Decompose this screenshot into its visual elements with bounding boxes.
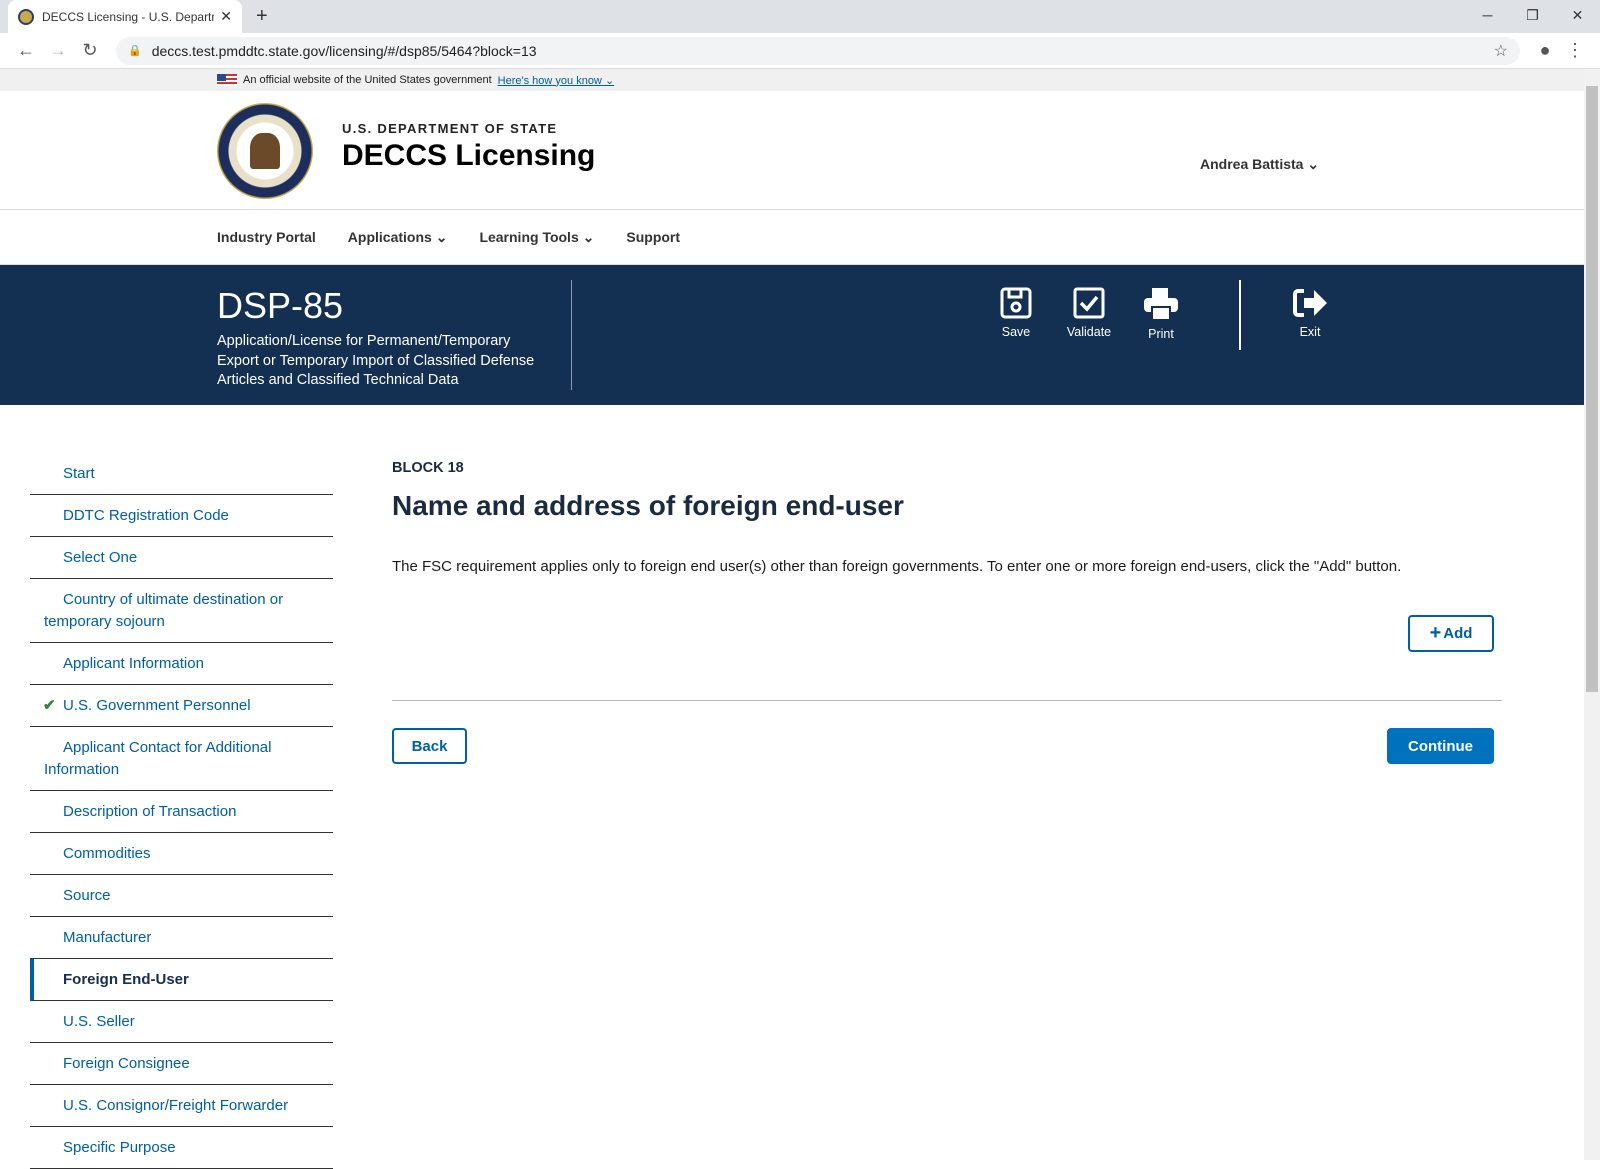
nav-learning-tools[interactable]: Learning Tools ⌄ [479,229,594,246]
site-header: U.S. DEPARTMENT OF STATE DECCS Licensing… [0,91,1600,210]
print-button[interactable]: Print [1126,287,1196,341]
forward-arrow-icon[interactable]: → [42,40,74,61]
scrollbar[interactable] [1584,70,1600,1160]
page-title: Name and address of foreign end-user [392,490,904,521]
gov-banner: An official website of the United States… [0,69,1600,91]
lock-icon: 🔒 [128,45,142,57]
sidebar-item-source[interactable]: Source [30,875,333,917]
sidebar-item-applicant-contact[interactable]: Applicant Contact for Additional Informa… [30,727,333,791]
checkbox-icon [1073,287,1105,319]
favicon-icon [18,8,34,25]
profile-icon[interactable]: ● [1530,40,1560,61]
sidebar-item-description[interactable]: Description of Transaction [30,791,333,833]
sidebar-item-manufacturer[interactable]: Manufacturer [30,917,333,959]
minimize-icon[interactable]: ─ [1465,0,1510,30]
instructions: The FSC requirement applies only to fore… [392,558,1402,575]
main-nav: Industry Portal Applications ⌄ Learning … [0,210,1600,265]
chevron-down-icon: ⌄ [1307,156,1320,172]
how-you-know-link[interactable]: Here's how you know ⌄ [498,74,615,87]
menu-icon[interactable]: ⋮ [1560,40,1590,61]
new-tab-icon[interactable]: + [256,5,268,28]
sidebar-item-registration-code[interactable]: DDTC Registration Code [30,495,333,537]
restore-icon[interactable]: ❐ [1510,0,1555,30]
sidebar-item-gov-personnel[interactable]: ✔ U.S. Government Personnel [30,685,333,727]
sidebar-item-us-seller[interactable]: U.S. Seller [30,1001,333,1043]
department-seal-logo [217,103,313,199]
sidebar-item-foreign-consignee[interactable]: Foreign Consignee [30,1043,333,1085]
continue-button[interactable]: Continue [1387,728,1494,764]
sidebar-item-select-one[interactable]: Select One [30,537,333,579]
divider [571,280,572,390]
form-description: Application/License for Permanent/Tempor… [217,333,535,388]
close-tab-icon[interactable]: ✕ [220,8,232,25]
chevron-down-icon: ⌄ [582,228,595,245]
chevron-down-icon: ⌄ [435,228,448,245]
back-arrow-icon[interactable]: ← [10,40,42,61]
url-input[interactable]: 🔒 deccs.test.pmddtc.state.gov/licensing/#… [116,36,1520,65]
save-button[interactable]: Save [981,287,1051,339]
back-button[interactable]: Back [392,728,467,764]
browser-tab[interactable]: DECCS Licensing - U.S. Departme ✕ [8,0,242,33]
validate-button[interactable]: Validate [1054,287,1124,339]
tab-title: DECCS Licensing - U.S. Departme [42,9,215,24]
divider [392,700,1502,701]
block-number: BLOCK 18 [392,460,464,476]
sidebar-item-applicant-information[interactable]: Applicant Information [30,643,333,685]
block-sidebar: Start DDTC Registration Code Select One … [30,453,333,1169]
bookmark-star-icon[interactable]: ☆ [1494,41,1508,61]
sidebar-item-start[interactable]: Start [30,453,333,495]
address-bar: ← → ↻ 🔒 deccs.test.pmddtc.state.gov/licen… [0,33,1600,69]
sidebar-item-foreign-end-user[interactable]: Foreign End-User [30,959,333,1001]
nav-industry-portal[interactable]: Industry Portal [217,229,316,245]
gov-banner-text: An official website of the United States… [243,74,492,86]
divider [1239,280,1241,350]
nav-applications[interactable]: Applications ⌄ [348,229,448,246]
department-name: U.S. DEPARTMENT OF STATE [342,121,558,136]
plus-icon: + [1429,622,1442,644]
nav-support[interactable]: Support [626,229,680,245]
main-content: BLOCK 18 Name and address of foreign end… [392,460,1502,764]
user-menu[interactable]: Andrea Battista ⌄ [1200,156,1319,173]
close-window-icon[interactable]: ✕ [1555,0,1600,30]
add-button[interactable]: + Add [1408,615,1494,652]
reload-icon[interactable]: ↻ [74,40,106,61]
sidebar-item-freight-forwarder[interactable]: U.S. Consignor/Freight Forwarder [30,1085,333,1127]
printer-icon [1144,288,1178,321]
form-banner: DSP-85 Application/License for Permanent… [0,265,1600,405]
save-icon [1000,287,1032,319]
site-title[interactable]: DECCS Licensing [342,139,595,173]
exit-button[interactable]: Exit [1275,287,1345,339]
form-id: DSP-85 [217,285,344,326]
us-flag-icon [217,74,237,86]
browser-tab-bar: DECCS Licensing - U.S. Departme ✕ + ─ ❐ ✕ [0,0,1600,33]
check-icon: ✔ [43,697,56,714]
sidebar-item-country[interactable]: Country of ultimate destination or tempo… [30,579,333,643]
sidebar-item-commodities[interactable]: Commodities [30,833,333,875]
exit-icon [1293,289,1327,317]
scrollbar-thumb[interactable] [1586,86,1598,692]
sidebar-item-specific-purpose[interactable]: Specific Purpose [30,1127,333,1169]
url-text: deccs.test.pmddtc.state.gov/licensing/#/… [151,42,537,59]
